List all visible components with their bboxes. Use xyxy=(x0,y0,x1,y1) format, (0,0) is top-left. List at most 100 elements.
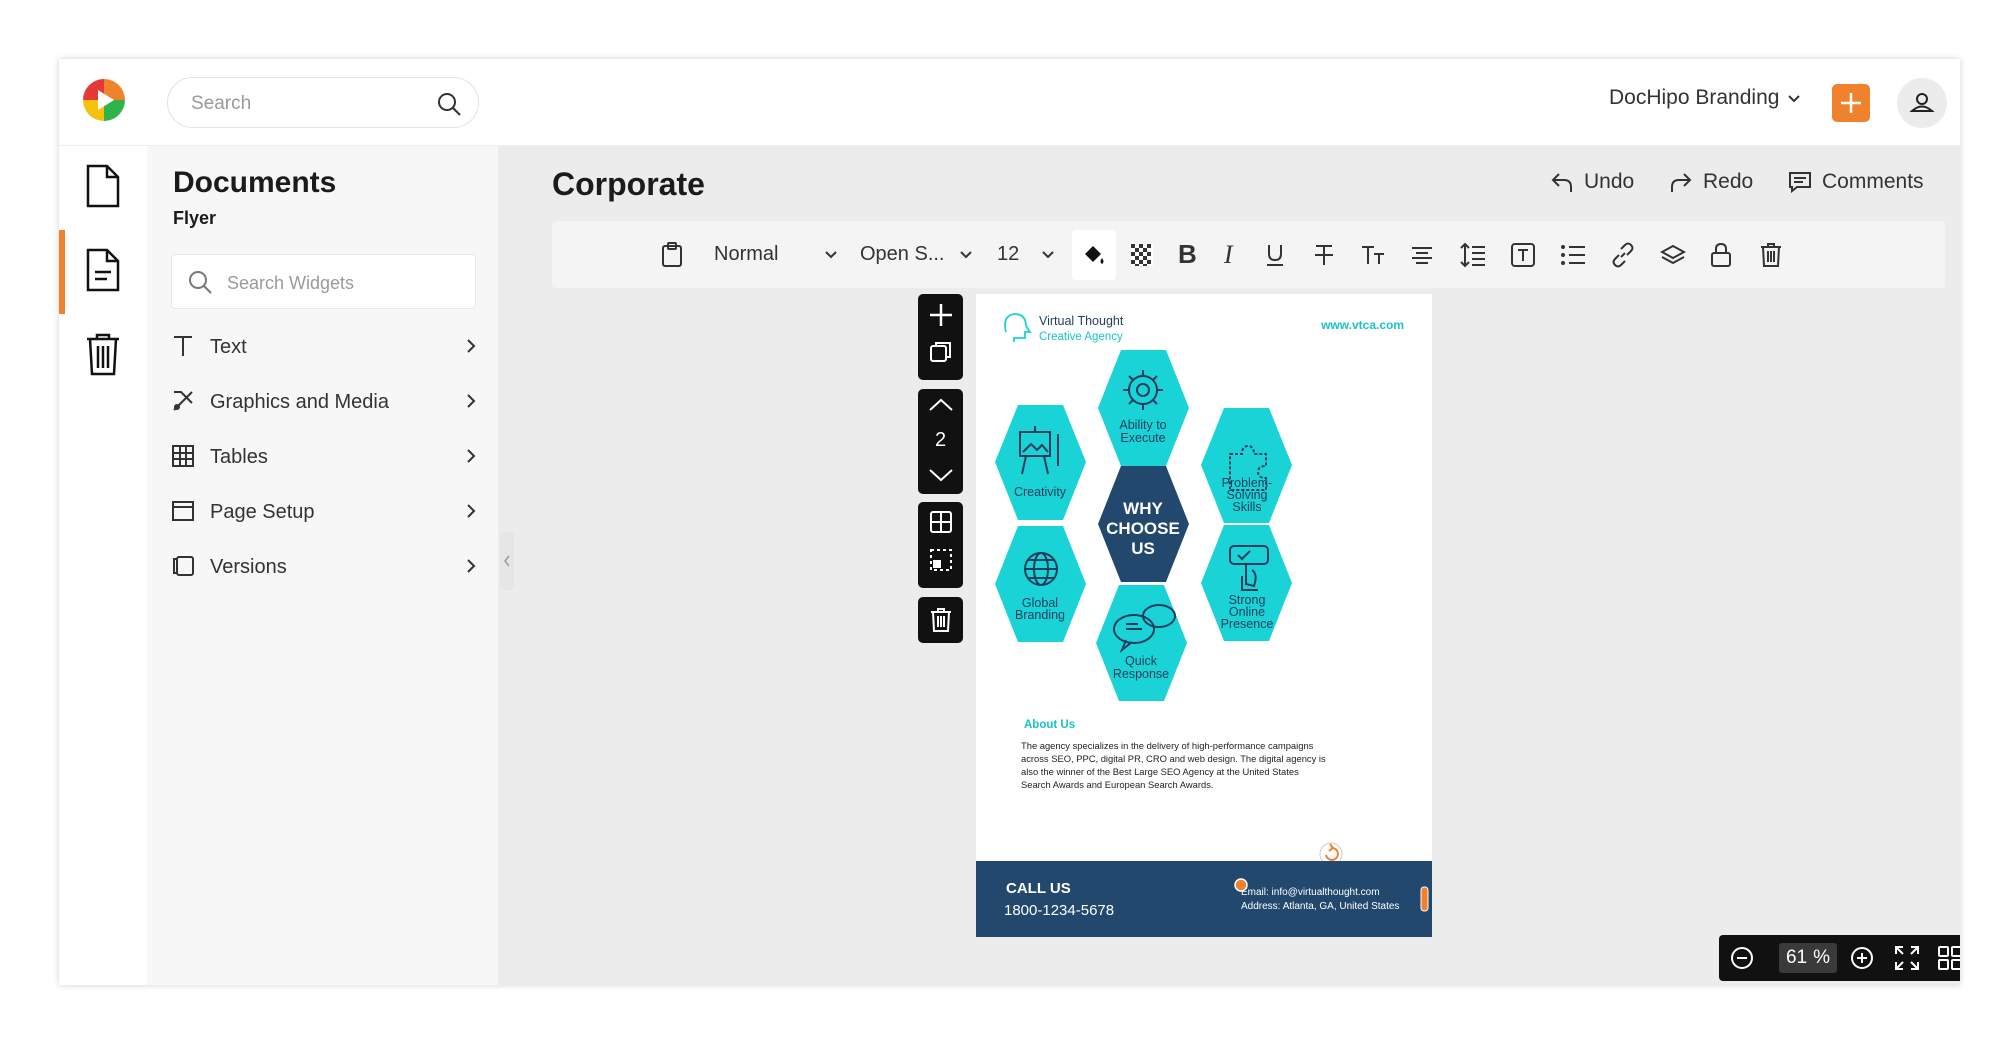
duplicate-page-icon[interactable] xyxy=(918,340,963,364)
font-family-value: Open S... xyxy=(860,243,945,265)
bold-button[interactable]: B xyxy=(1178,221,1197,288)
grid-icon[interactable] xyxy=(918,510,963,534)
zoom-level[interactable]: 61 % xyxy=(1779,943,1837,973)
text-style-select[interactable]: Normal xyxy=(714,221,838,288)
text-box-icon xyxy=(1511,242,1535,267)
chevron-down-icon xyxy=(1787,86,1801,110)
phone-number: 1800-1234-5678 xyxy=(1004,902,1114,919)
panel-title: Documents xyxy=(173,166,337,199)
layers-button[interactable] xyxy=(1660,221,1686,288)
menu-item-graphics[interactable]: Graphics and Media xyxy=(171,380,476,424)
add-page-icon[interactable] xyxy=(918,302,963,328)
align-button[interactable] xyxy=(1410,221,1434,288)
lock-button[interactable] xyxy=(1710,221,1732,288)
panel-collapse-handle[interactable] xyxy=(500,532,514,590)
menu-item-versions[interactable]: Versions xyxy=(171,545,476,589)
hex-ability-line1: Ability to xyxy=(1119,418,1166,432)
zoom-out-icon[interactable] xyxy=(1729,945,1755,976)
font-family-select[interactable]: Open S... xyxy=(860,221,973,288)
undo-button[interactable]: Undo xyxy=(1550,170,1634,194)
menu-item-tables[interactable]: Tables xyxy=(171,435,476,479)
versions-icon xyxy=(171,554,195,583)
line-spacing-button[interactable] xyxy=(1460,221,1486,288)
rail-trash[interactable] xyxy=(59,314,147,398)
menu-item-text[interactable]: Text xyxy=(171,325,476,369)
fill-color-button[interactable] xyxy=(1072,230,1116,280)
rotate-handle-icon xyxy=(1319,842,1343,861)
editor-area: Corporate Undo Redo Comments Normal Open… xyxy=(498,146,1960,985)
brand-head-icon xyxy=(1004,313,1032,342)
page-add-tools xyxy=(918,294,963,380)
dochipo-logo[interactable] xyxy=(81,77,127,123)
search-input[interactable]: Search xyxy=(167,77,479,128)
search-icon[interactable] xyxy=(436,91,462,122)
page-down-icon[interactable] xyxy=(918,467,963,483)
page-setup-icon xyxy=(171,499,195,528)
redo-icon xyxy=(1671,173,1692,192)
select-area-icon[interactable] xyxy=(918,548,963,572)
chevron-right-icon xyxy=(466,448,476,469)
hex-creativity xyxy=(995,405,1086,520)
underline-icon xyxy=(1267,244,1283,266)
paste-button[interactable] xyxy=(661,221,683,288)
list-button[interactable] xyxy=(1560,221,1586,288)
italic-button[interactable]: I xyxy=(1224,221,1233,288)
comments-icon xyxy=(1789,172,1811,194)
email-text: Email: info@virtualthought.com xyxy=(1241,887,1380,898)
document-page[interactable]: Virtual Thought Creative Agency www.vtca… xyxy=(976,294,1432,937)
delete-element-button[interactable] xyxy=(1760,221,1782,288)
paint-bucket-icon xyxy=(1085,246,1104,264)
chevron-right-icon xyxy=(466,393,476,414)
redo-label: Redo xyxy=(1703,170,1754,193)
document-title[interactable]: Corporate xyxy=(552,166,705,203)
text-case-button[interactable] xyxy=(1360,221,1386,288)
widget-search-input[interactable]: Search Widgets xyxy=(171,254,476,309)
flyer-footer: CALL US 1800-1234-5678 Email: info@virtu… xyxy=(976,861,1432,937)
resize-handle-icon xyxy=(1234,878,1248,892)
menu-item-page-setup[interactable]: Page Setup xyxy=(171,490,476,534)
grid-view-icon[interactable] xyxy=(1937,945,1960,976)
hex-creativity-label: Creativity xyxy=(1014,485,1067,499)
chevron-left-icon xyxy=(504,555,510,567)
website-text: www.vtca.com xyxy=(1320,318,1404,332)
page-number: 2 xyxy=(934,429,947,451)
underline-button[interactable] xyxy=(1264,221,1286,288)
plus-icon xyxy=(1841,93,1861,113)
brand-line1: Virtual Thought xyxy=(1039,314,1124,328)
comments-button[interactable]: Comments xyxy=(1788,170,1924,194)
table-icon xyxy=(171,444,195,473)
redo-button[interactable]: Redo xyxy=(1669,170,1753,194)
about-line1: The agency specializes in the delivery o… xyxy=(1021,740,1314,751)
delete-page-icon[interactable] xyxy=(918,607,963,633)
page-up-icon[interactable] xyxy=(918,397,963,413)
chevron-right-icon xyxy=(466,503,476,524)
page-navigator: 2 xyxy=(918,389,963,494)
chevron-down-icon xyxy=(1042,250,1054,258)
fullscreen-icon[interactable] xyxy=(1894,945,1920,976)
align-center-icon xyxy=(1412,246,1432,264)
bullet-list-icon xyxy=(1561,244,1585,265)
font-size-select[interactable]: 12 xyxy=(997,221,1055,288)
text-style-value: Normal xyxy=(714,243,779,265)
user-avatar-button[interactable] xyxy=(1897,78,1947,128)
chevron-down-icon xyxy=(959,250,972,258)
rail-documents[interactable] xyxy=(59,230,147,314)
app-window: Search DocHipo Branding Documents Flyer … xyxy=(59,59,1960,985)
zoom-in-icon[interactable] xyxy=(1849,945,1875,976)
hex-quick-line1: Quick xyxy=(1125,654,1158,668)
about-line4: Search Awards and European Search Awards… xyxy=(1021,779,1213,790)
rail-new-document[interactable] xyxy=(59,146,147,230)
undo-label: Undo xyxy=(1584,170,1635,193)
brand-dropdown[interactable]: DocHipo Branding xyxy=(1609,86,1801,110)
strikethrough-button[interactable] xyxy=(1313,221,1335,288)
text-box-button[interactable] xyxy=(1510,221,1536,288)
link-button[interactable] xyxy=(1610,221,1636,288)
transparency-button[interactable] xyxy=(1130,221,1154,288)
create-button[interactable] xyxy=(1832,84,1870,122)
widget-search-placeholder: Search Widgets xyxy=(227,273,355,293)
documents-panel: Documents Flyer Search Widgets Text Grap… xyxy=(147,146,498,985)
search-placeholder: Search xyxy=(191,93,252,114)
hex-ability-line2: Execute xyxy=(1120,431,1165,445)
trash-icon xyxy=(1761,242,1781,267)
font-size-value: 12 xyxy=(997,243,1020,265)
